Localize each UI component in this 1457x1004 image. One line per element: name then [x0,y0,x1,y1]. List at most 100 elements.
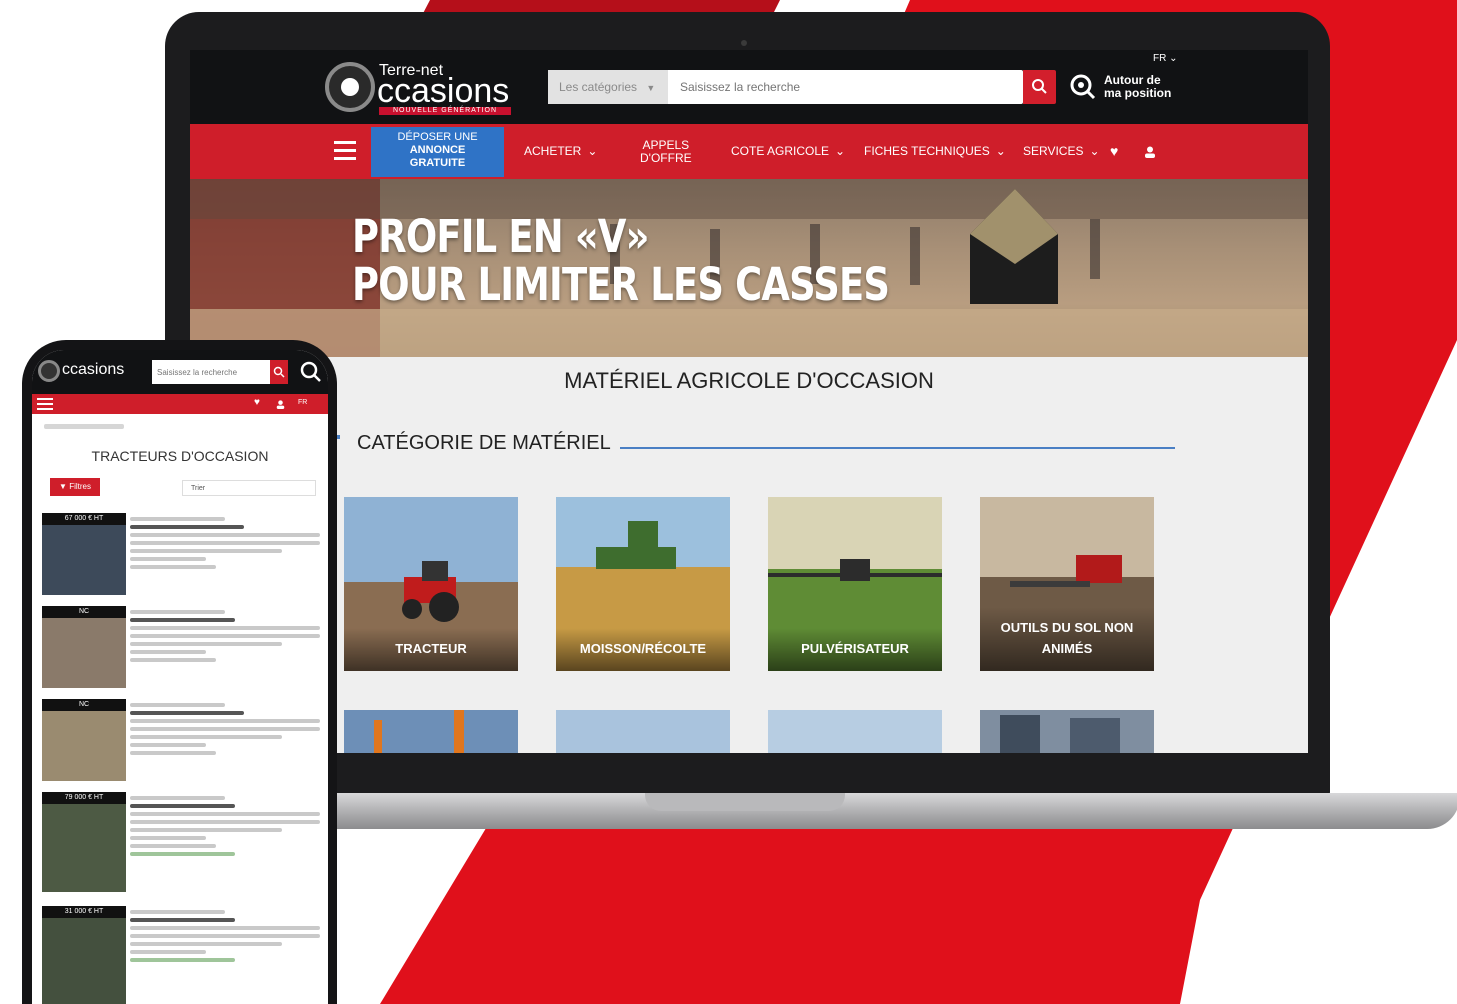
location-search-icon[interactable] [1070,74,1096,100]
category-tile-row2-4[interactable] [980,710,1154,753]
nav-label: FICHES TECHNIQUES [864,144,990,158]
deposit-line1: DÉPOSER UNE [397,131,478,143]
category-label-line2: ANIMÉS [1041,641,1093,656]
nav-label: ACHETER [524,144,582,158]
nav-cote-agricole[interactable]: COTE AGRICOLE ⌄ [731,124,845,179]
site-nav: DÉPOSER UNE ANNONCE GRATUITE ACHETER ⌄ AP… [190,124,1308,179]
listing-details [130,513,320,573]
hero-line1: PROFIL EN «V» [352,210,649,263]
listing-price: NC [42,699,126,711]
excavator-image [374,710,464,753]
search-bar: Les catégories ▼ [548,70,1023,104]
chevron-down-icon: ⌄ [1169,53,1178,64]
listing-card[interactable]: NC [42,606,322,696]
category-tile-row2-1[interactable] [344,710,518,753]
laptop-notch [645,793,845,811]
deposit-line3: GRATUITE [409,157,466,169]
mobile-nav: ♥ FR [32,394,328,414]
nav-acheter[interactable]: ACHETER ⌄ [524,124,597,179]
nav-label: SERVICES [1023,144,1084,158]
listing-price: 79 000 € HT [42,792,126,804]
site-header: Terre-net ccasions NOUVELLE GÉNÉRATION L… [190,50,1308,124]
breadcrumb [44,424,124,429]
nav-appels-offre[interactable]: APPELS D'OFFRE [640,124,692,179]
listing-card[interactable]: 31 000 € HT [42,906,322,1004]
page-title: MATÉRIEL AGRICOLE D'OCCASION [564,368,934,393]
listing-details [130,606,320,666]
listing-price: 67 000 € HT [42,513,126,525]
category-tile-pulverisateur[interactable]: PULVÉRISATEUR [768,497,942,671]
location-search-icon[interactable] [300,361,322,383]
listing-thumbnail: 67 000 € HT [42,513,126,595]
mobile-language-selector[interactable]: FR [298,399,307,406]
listing-price: NC [42,606,126,618]
category-label: MOISSON/RÉCOLTE [556,628,730,671]
machine-part-image [1000,715,1120,753]
nav-label-line1: APPELS [642,137,690,152]
category-tile-row2-3[interactable] [768,710,942,753]
category-tile-moisson[interactable]: MOISSON/RÉCOLTE [556,497,730,671]
mobile-logo[interactable]: ccasions [38,360,138,384]
search-icon [1032,79,1047,94]
listing-price: 31 000 € HT [42,906,126,918]
logo-main-text: ccasions [377,72,510,110]
category-label: OUTILS DU SOL NON ANIMÉS [980,607,1154,671]
listing-card[interactable]: 79 000 € HT [42,792,322,902]
mobile-search-input[interactable] [152,360,270,384]
chevron-down-icon: ⌄ [587,144,598,158]
category-heading: CATÉGORIE DE MATÉRIEL [357,432,611,454]
listing-card[interactable]: NC [42,699,322,789]
listing-card[interactable]: 67 000 € HT [42,513,322,603]
filters-button[interactable]: ▼ Filtres [50,478,100,496]
category-tile-row2-2[interactable] [556,710,730,753]
category-tile-outils-sol[interactable]: OUTILS DU SOL NON ANIMÉS [980,497,1154,671]
laptop-screen: Terre-net ccasions NOUVELLE GÉNÉRATION L… [190,50,1308,753]
category-label: PULVÉRISATEUR [768,628,942,671]
chevron-down-icon: ⌄ [1089,144,1100,158]
site-logo[interactable]: Terre-net ccasions NOUVELLE GÉNÉRATION [325,58,515,116]
listing-details [130,792,320,860]
user-account-icon[interactable] [1144,124,1156,179]
listing-details [130,699,320,759]
deposit-line2: ANNONCE [409,144,466,156]
category-select-label: Les catégories [559,80,638,94]
category-heading-line [620,447,1175,449]
mobile-logo-text: ccasions [62,361,125,378]
logo-o-icon [38,360,60,382]
laptop-camera [741,40,747,46]
language-selector[interactable]: FR ⌄ [1153,53,1178,64]
listing-thumbnail: NC [42,606,126,688]
nav-services[interactable]: SERVICES ⌄ [1023,124,1100,179]
category-label: TRACTEUR [344,628,518,671]
search-input[interactable] [670,70,990,104]
category-tile-tracteur[interactable]: TRACTEUR [344,497,518,671]
hero-headline: PROFIL EN «V» POUR LIMITER LES CASSES [352,210,890,311]
hero-banner[interactable]: PROFIL EN «V» POUR LIMITER LES CASSES [190,179,1308,357]
position-line2: ma position [1104,86,1172,100]
search-button[interactable] [1023,70,1056,104]
nav-fiches-techniques[interactable]: FICHES TECHNIQUES ⌄ [864,124,1006,179]
menu-icon[interactable] [334,141,356,161]
favorites-heart-icon[interactable]: ♥ [254,397,260,408]
language-label: FR [1153,53,1167,64]
phone-screen: ccasions ♥ FR TRACTEURS D'OCCASION ▼ Fil… [32,350,328,1004]
around-my-position-link[interactable]: Autour de ma position [1104,74,1171,100]
favorites-heart-icon[interactable]: ♥ [1110,124,1118,179]
hero-line2: POUR LIMITER LES CASSES [352,258,890,311]
listing-thumbnail: 79 000 € HT [42,792,126,892]
mobile-search-button[interactable] [270,360,288,384]
chevron-down-icon: ⌄ [835,144,846,158]
filter-icon: ▼ [59,482,67,491]
menu-icon[interactable] [37,398,53,410]
chevron-down-icon: ⌄ [995,144,1006,158]
sort-select[interactable]: Trier [182,480,316,496]
nav-label: COTE AGRICOLE [731,144,830,158]
logo-tagline: NOUVELLE GÉNÉRATION [379,107,511,115]
mobile-header: ccasions [32,350,328,394]
search-icon [273,366,285,378]
logo-o-icon [325,62,375,112]
post-free-ad-button[interactable]: DÉPOSER UNE ANNONCE GRATUITE [371,127,504,177]
sort-label: Trier [191,485,206,492]
category-select[interactable]: Les catégories ▼ [548,70,668,104]
user-account-icon[interactable] [276,400,285,409]
